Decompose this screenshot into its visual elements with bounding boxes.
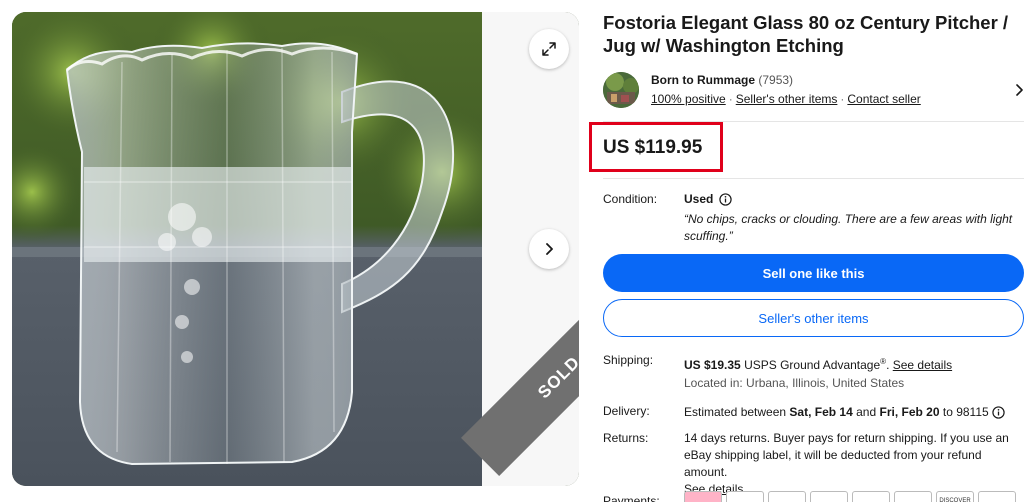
returns-value: 14 days returns. Buyer pays for return s… (684, 430, 1014, 498)
registered-mark: ® (880, 357, 887, 366)
payment-logo-discover: DISCOVER (936, 491, 974, 502)
delivery-and: and (856, 405, 877, 419)
delivery-prefix: Estimated between (684, 405, 787, 419)
payment-logo-2 (726, 491, 764, 502)
shipping-label: Shipping: (603, 353, 654, 367)
condition-description: “No chips, cracks or clouding. There are… (684, 212, 1013, 243)
expand-image-button[interactable] (529, 29, 569, 69)
chevron-right-icon[interactable] (1013, 82, 1024, 98)
info-icon[interactable] (719, 193, 733, 206)
seller-positive-link[interactable]: 100% positive (651, 92, 726, 106)
payment-logo-1 (684, 491, 722, 502)
condition-label: Condition: (603, 192, 658, 206)
chevron-right-icon (546, 243, 553, 255)
payment-methods: DISCOVER (684, 491, 1016, 502)
image-gallery: SOLD (12, 12, 579, 486)
condition-text: Used (684, 192, 714, 206)
divider (603, 178, 1024, 179)
item-price: US $119.95 (603, 137, 703, 158)
delivery-value: Estimated between Sat, Feb 14 and Fri, F… (684, 404, 1024, 421)
shipping-value: US $19.35 USPS Ground Advantage®. See de… (684, 357, 953, 372)
seller-avatar[interactable] (603, 72, 639, 108)
seller-name[interactable]: Born to Rummage (651, 73, 755, 87)
product-photo-pitcher[interactable] (12, 12, 482, 486)
shipping-see-details-link[interactable]: See details (893, 358, 952, 372)
payment-logo-3 (768, 491, 806, 502)
sellers-other-items-button[interactable]: Seller's other items (603, 299, 1024, 337)
seller-links: 100% positive · Seller's other items · Conta… (651, 92, 921, 106)
expand-icon (542, 42, 556, 56)
sold-ribbon-label: SOLD (534, 352, 579, 403)
sell-one-like-this-button[interactable]: Sell one like this (603, 254, 1024, 292)
payment-logo-4 (810, 491, 848, 502)
seller-card[interactable]: Born to Rummage (7953) 100% positive · Sel… (603, 72, 1024, 120)
returns-policy-text: 14 days returns. Buyer pays for return s… (684, 431, 1009, 479)
shipping-service: USPS Ground Advantage (744, 358, 881, 372)
seller-other-items-link[interactable]: Seller's other items (736, 92, 838, 106)
shipping-cost: US $19.35 (684, 358, 741, 372)
item-location: Located in: Urbana, Illinois, United Sta… (684, 376, 905, 390)
delivery-start-date: Sat, Feb 14 (789, 405, 853, 419)
payment-logo-5 (852, 491, 890, 502)
info-icon[interactable] (992, 406, 1005, 420)
seller-name-line: Born to Rummage (7953) (651, 73, 793, 87)
delivery-label: Delivery: (603, 404, 650, 418)
delivery-end-date: Fri, Feb 20 (879, 405, 940, 419)
returns-label: Returns: (603, 431, 649, 445)
item-details-panel: Fostoria Elegant Glass 80 oz Century Pit… (589, 0, 1024, 502)
next-image-button[interactable] (529, 229, 569, 269)
contact-seller-link[interactable]: Contact seller (847, 92, 920, 106)
delivery-zip: to 98115 (942, 405, 989, 419)
payment-logo-mastercard (894, 491, 932, 502)
payment-logo-8 (978, 491, 1016, 502)
condition-value: Used “No chips, cracks or clouding. Ther… (684, 191, 1014, 245)
listing-title: Fostoria Elegant Glass 80 oz Century Pit… (603, 12, 1009, 56)
payments-label: Payments: (603, 494, 660, 502)
condition-used: Used (684, 191, 733, 208)
seller-feedback-count: (7953) (758, 73, 794, 87)
